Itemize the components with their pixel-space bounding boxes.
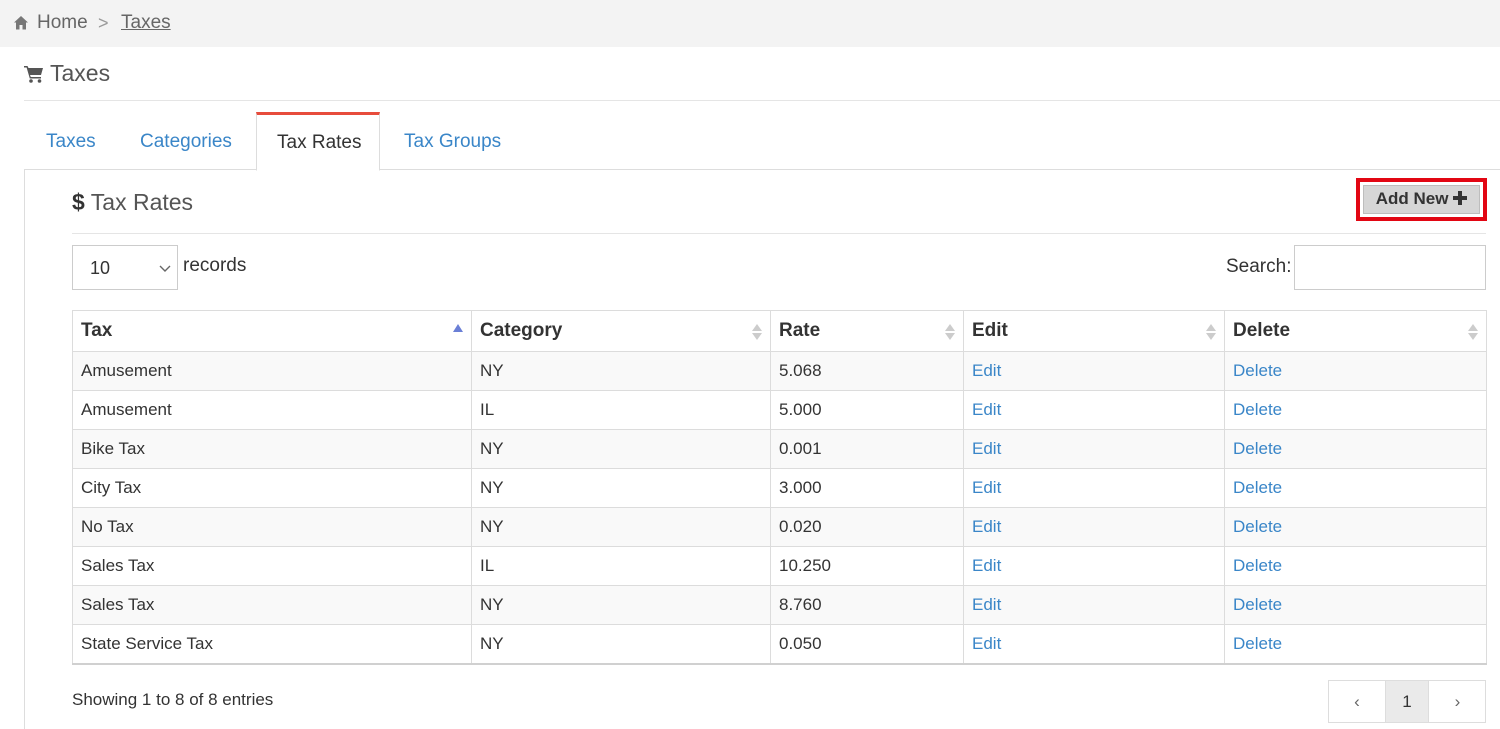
delete-link[interactable]: Delete: [1233, 595, 1282, 614]
breadcrumb: Home > Taxes: [0, 0, 1500, 47]
table-row: Sales Tax NY 8.760 Edit Delete: [72, 585, 1487, 625]
tab-categories[interactable]: Categories: [140, 112, 232, 170]
col-header-label: Delete: [1233, 320, 1291, 341]
cell-rate: 0.001: [770, 429, 964, 469]
cell-rate: 8.760: [770, 585, 964, 625]
sort-icon: [1468, 324, 1478, 340]
edit-link[interactable]: Edit: [972, 400, 1001, 419]
edit-link[interactable]: Edit: [972, 517, 1001, 536]
cell-category: NY: [471, 624, 771, 665]
chevron-down-icon: [159, 265, 171, 272]
cell-rate: 3.000: [770, 468, 964, 508]
col-header-rate[interactable]: Rate: [770, 310, 964, 352]
breadcrumb-separator: >: [98, 13, 109, 33]
col-header-tax[interactable]: Tax: [72, 310, 472, 352]
cell-category: NY: [471, 507, 771, 547]
table-row: Amusement NY 5.068 Edit Delete: [72, 351, 1487, 391]
page-title: Taxes: [50, 60, 111, 86]
section-title: $ Tax Rates: [72, 189, 193, 216]
delete-link[interactable]: Delete: [1233, 361, 1282, 380]
pagination-page-1[interactable]: 1: [1386, 681, 1429, 722]
records-label: records: [183, 255, 247, 276]
cell-tax: Amusement: [72, 351, 472, 391]
table-row: No Tax NY 0.020 Edit Delete: [72, 507, 1487, 547]
table-row: Bike Tax NY 0.001 Edit Delete: [72, 429, 1487, 469]
cell-rate: 0.050: [770, 624, 964, 665]
delete-link[interactable]: Delete: [1233, 634, 1282, 653]
page-length-value: 10: [90, 258, 111, 278]
section-divider: [72, 233, 1486, 234]
sort-icon: [945, 324, 955, 340]
col-header-category[interactable]: Category: [471, 310, 771, 352]
cell-rate: 5.068: [770, 351, 964, 391]
cell-rate: 0.020: [770, 507, 964, 547]
edit-link[interactable]: Edit: [972, 556, 1001, 575]
table-row: City Tax NY 3.000 Edit Delete: [72, 468, 1487, 508]
delete-link[interactable]: Delete: [1233, 478, 1282, 497]
table-header-row: Tax Category Rate Edit Delete: [72, 310, 1487, 352]
cell-rate: 5.000: [770, 390, 964, 430]
sort-icon: [752, 324, 762, 340]
tab-bar: Taxes Categories Tax Rates Tax Groups: [24, 112, 1500, 171]
search-label: Search:: [1226, 256, 1292, 277]
pagination-prev-button[interactable]: ‹: [1329, 681, 1386, 722]
plus-icon: [1453, 191, 1468, 205]
delete-link[interactable]: Delete: [1233, 400, 1282, 419]
edit-link[interactable]: Edit: [972, 361, 1001, 380]
cell-category: NY: [471, 351, 771, 391]
cell-tax: City Tax: [72, 468, 472, 508]
table-info: Showing 1 to 8 of 8 entries: [72, 690, 274, 709]
cell-category: IL: [471, 390, 771, 430]
col-header-edit[interactable]: Edit: [963, 310, 1225, 352]
cell-tax: Sales Tax: [72, 585, 472, 625]
col-header-delete[interactable]: Delete: [1224, 310, 1487, 352]
tab-tax-rates[interactable]: Tax Rates: [256, 112, 380, 171]
sort-ascending-icon: [453, 324, 463, 332]
cell-rate: 10.250: [770, 546, 964, 586]
cell-tax: Amusement: [72, 390, 472, 430]
table-row: State Service Tax NY 0.050 Edit Delete: [72, 624, 1487, 665]
title-divider: [24, 100, 1500, 101]
col-header-label: Tax: [81, 320, 113, 341]
sort-icon: [1206, 324, 1216, 340]
tab-tax-groups[interactable]: Tax Groups: [404, 112, 501, 170]
cell-tax: No Tax: [72, 507, 472, 547]
tax-rates-table: Tax Category Rate Edit Delete Amusement …: [72, 310, 1487, 665]
dollar-icon: $: [72, 189, 85, 215]
search-input[interactable]: [1294, 245, 1486, 290]
add-new-label: Add New: [1375, 189, 1449, 208]
section-title-text: Tax Rates: [90, 189, 194, 215]
edit-link[interactable]: Edit: [972, 439, 1001, 458]
cell-tax: Bike Tax: [72, 429, 472, 469]
breadcrumb-taxes-link[interactable]: Taxes: [121, 12, 171, 34]
breadcrumb-home[interactable]: Home: [37, 12, 88, 34]
add-new-button[interactable]: Add New: [1363, 185, 1480, 214]
page-length-select[interactable]: 10: [72, 245, 178, 290]
col-header-label: Category: [480, 320, 563, 341]
delete-link[interactable]: Delete: [1233, 439, 1282, 458]
home-icon: [14, 16, 28, 30]
delete-link[interactable]: Delete: [1233, 556, 1282, 575]
edit-link[interactable]: Edit: [972, 634, 1001, 653]
cell-category: IL: [471, 546, 771, 586]
table-row: Sales Tax IL 10.250 Edit Delete: [72, 546, 1487, 586]
col-header-label: Edit: [972, 320, 1008, 341]
cell-tax: State Service Tax: [72, 624, 472, 665]
cell-category: NY: [471, 429, 771, 469]
pagination: ‹ 1 ›: [1328, 680, 1486, 723]
delete-link[interactable]: Delete: [1233, 517, 1282, 536]
tab-taxes[interactable]: Taxes: [46, 112, 96, 170]
cell-category: NY: [471, 468, 771, 508]
cart-icon: [24, 66, 43, 83]
cell-category: NY: [471, 585, 771, 625]
cell-tax: Sales Tax: [72, 546, 472, 586]
table-row: Amusement IL 5.000 Edit Delete: [72, 390, 1487, 430]
col-header-label: Rate: [779, 320, 821, 341]
edit-link[interactable]: Edit: [972, 595, 1001, 614]
pagination-next-button[interactable]: ›: [1429, 681, 1486, 722]
edit-link[interactable]: Edit: [972, 478, 1001, 497]
